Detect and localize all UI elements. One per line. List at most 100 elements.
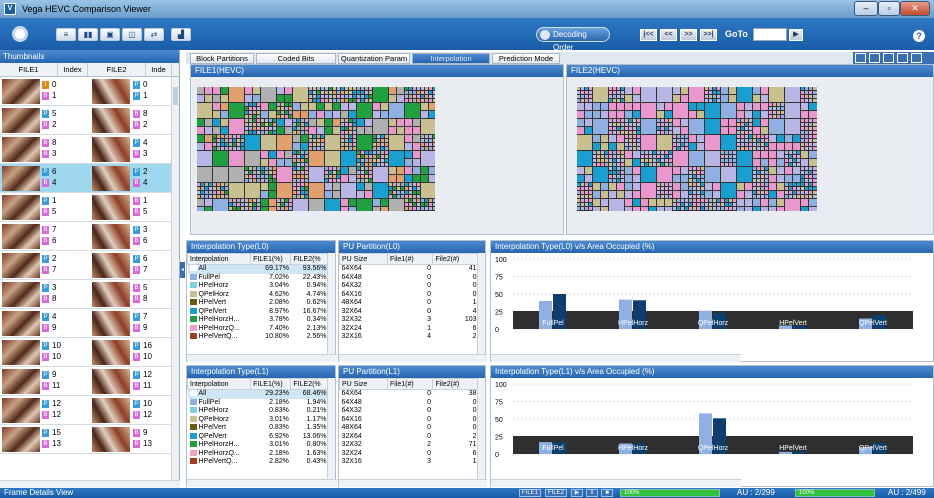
table-row[interactable]: 32X64 0 2 [340,433,479,442]
table-row[interactable]: 32X32 2 71 [340,441,479,450]
goto-play-button[interactable]: ▶ [789,29,803,41]
pu-l1-hscrollbar[interactable] [339,479,487,487]
prev-frame-button[interactable]: << [660,29,677,41]
table-row[interactable]: HPelVertQ... 2.82% 0.43% [188,458,329,467]
thumbnail-scrollbar[interactable] [171,77,179,480]
thumbnail-row[interactable]: P5B2B8B2 [0,106,172,135]
decoding-order-toggle[interactable]: Decoding Order [536,27,610,52]
thumbnail-row[interactable]: P 10 B 10 P 16 B 10 [0,338,172,367]
settings-icon[interactable] [12,26,28,42]
col-file1-count[interactable]: File1(#) [386,378,434,390]
table-row[interactable]: QPelVert 6.92% 13.06% [188,433,329,442]
thumbnail-row[interactable]: P 9 B 11 P 12 B 11 [0,367,172,396]
table-row[interactable]: HPelHorzH... 3.01% 0.80% [188,441,329,450]
thumbnail-row[interactable]: P 15 B 13 B 9 B 13 [0,425,172,454]
table-row[interactable]: FullPel 2.18% 1.94% [188,399,329,408]
pu-l0-hscrollbar[interactable] [339,354,487,362]
table-row[interactable]: HPelHorzQ... 2.18% 1.63% [188,450,329,459]
thumbnail-row[interactable]: P6B4P2B4 [0,164,172,193]
table-row[interactable]: 64X48 0 0 [340,399,479,408]
col-pu-size[interactable]: PU Size [339,253,388,265]
last-frame-button[interactable]: >>| [700,29,717,41]
tab-block-partitions[interactable]: Block Partitions [190,53,254,64]
col-file1-count[interactable]: File1(#) [386,253,434,265]
table-row[interactable]: 32X64 0 4 [340,308,479,317]
col-file1[interactable]: FILE1 [0,63,58,76]
table-row[interactable]: HPelHorzH... 3.78% 0.34% [188,316,329,325]
table-row[interactable]: 32X32 3 103 [340,316,479,325]
col-file2-pct[interactable]: FILE2(% [290,378,329,390]
table-row[interactable]: All 29.23% 68.46% [187,389,329,399]
col-file2-count[interactable]: File2(#) [432,378,479,390]
table-row[interactable]: HPelVert 0.83% 1.35% [188,424,329,433]
goto-input[interactable] [753,28,787,41]
table-row[interactable]: HPelHorz 0.83% 0.21% [188,407,329,416]
export-button[interactable]: ⇄ [144,28,164,41]
table-row[interactable]: 48X64 0 0 [340,424,479,433]
stop-button[interactable]: ■ [601,489,613,497]
col-pu-size[interactable]: PU Size [339,378,388,390]
chart-l0-hscrollbar[interactable] [491,354,741,362]
interp-l0-hscrollbar[interactable] [187,354,337,362]
interp-l0-scrollbar[interactable] [327,253,335,355]
col-file1-pct[interactable]: FILE1(%) [250,253,292,265]
tab-quantization-param[interactable]: Quantization Param [338,53,410,64]
thumbnail-row[interactable]: P1B5B1B5 [0,193,172,222]
table-row[interactable]: 64X32 0 0 [340,407,479,416]
pu-l0-scrollbar[interactable] [477,253,485,355]
table-row[interactable]: 32X24 1 6 [340,325,479,334]
col-file1-pct[interactable]: FILE1(%) [250,378,292,390]
table-row[interactable]: 32X24 0 6 [340,450,479,459]
collapse-left-icon[interactable]: ◂ [180,262,185,278]
file2-partition-map[interactable] [577,87,817,211]
table-row[interactable]: 48X64 0 1 [340,299,479,308]
table-row[interactable]: 64X16 0 0 [340,416,479,425]
table-row[interactable]: QPelHorz 4.62% 4.74% [188,291,329,300]
thumbnail-row[interactable]: P 12 B 12 P 10 B 12 [0,396,172,425]
play-button[interactable]: ▶ [571,489,583,497]
col-index1[interactable]: Index [58,63,88,76]
fullscreen-icon[interactable] [883,53,894,63]
next-frame-button[interactable]: >> [680,29,697,41]
table-row[interactable]: HPelHorz 3.04% 0.94% [188,282,329,291]
zoom-icon[interactable] [855,53,866,63]
col-interpolation[interactable]: Interpolation [186,253,252,265]
thumbnail-row[interactable]: P3B8B5B8 [0,280,172,309]
table-row[interactable]: FullPel 7.02% 22.43% [188,274,329,283]
thumbnail-row[interactable]: P2B7P6B7 [0,251,172,280]
thumbnail-row[interactable]: B8B3P4B3 [0,135,172,164]
thumbnail-row[interactable]: I0B1P0P1 [0,77,172,106]
table-row[interactable]: QPelVert 8.97% 16.67% [188,308,329,317]
pu-l1-scrollbar[interactable] [477,378,485,480]
file1-partition-map[interactable] [197,87,435,211]
table-row[interactable]: 64X48 0 0 [340,274,479,283]
grid-icon[interactable] [869,53,880,63]
tab-prediction-mode[interactable]: Prediction Mode [492,53,560,64]
table-row[interactable]: 64X16 0 0 [340,291,479,300]
col-interpolation[interactable]: Interpolation [186,378,252,390]
first-frame-button[interactable]: |<< [640,29,657,41]
maximize-button[interactable]: ▫ [878,1,900,16]
help-icon[interactable]: ? [913,30,925,42]
bar-chart-button[interactable]: ▮▮ [78,28,98,41]
table-row[interactable]: QPelHorz 3.01% 1.17% [188,416,329,425]
compare-view-button[interactable]: ◫ [122,28,142,41]
window-icon[interactable] [897,53,908,63]
pause-button[interactable]: II [586,489,598,497]
interp-l1-scrollbar[interactable] [327,378,335,480]
table-row[interactable]: HPelVertQ... 10.80% 2.56% [188,333,329,342]
thumbnail-row[interactable]: P4B9P7B9 [0,309,172,338]
table-row[interactable]: 64X64 0 38 [340,390,479,399]
table-row[interactable]: 64X32 0 0 [340,282,479,291]
col-file2[interactable]: FILE2 [88,63,146,76]
thumbnail-row[interactable]: B7B6P3B6 [0,222,172,251]
table-row[interactable]: All 69.17% 93.56% [187,264,329,274]
close-button[interactable]: ✕ [900,1,930,16]
interp-l1-hscrollbar[interactable] [187,479,337,487]
col-file2-pct[interactable]: FILE2(% [290,253,329,265]
file2-status-button[interactable]: FILE2 [545,489,567,497]
list-view-button[interactable]: ≡ [56,28,76,41]
tab-coded-bits[interactable]: Coded Bits [256,53,336,64]
table-row[interactable]: 32X16 4 2 [340,333,479,342]
table-row[interactable]: 32X16 3 1 [340,458,479,467]
